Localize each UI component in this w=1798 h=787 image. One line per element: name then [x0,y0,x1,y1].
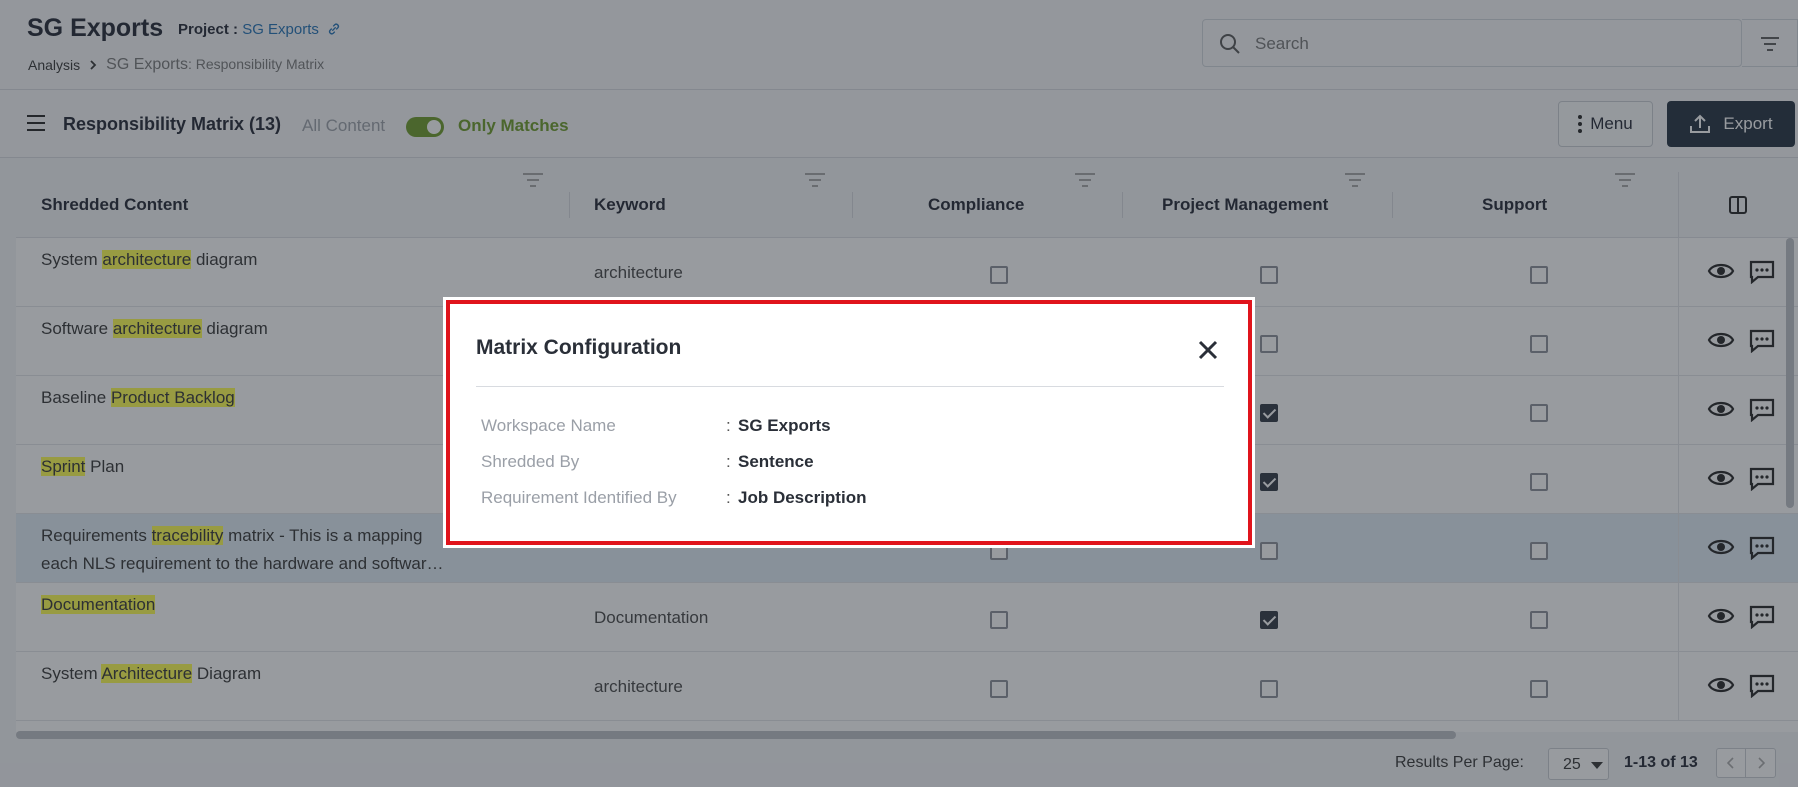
field-value: Sentence [738,452,814,471]
field-label: Workspace Name [481,416,616,435]
field-separator: : [726,452,731,471]
field-value: Job Description [738,488,867,507]
field-label: Shredded By [481,452,580,471]
field-separator: : [726,488,731,507]
field-separator: : [726,416,731,435]
modal-divider [476,386,1224,387]
close-icon[interactable] [1196,338,1220,362]
field-value: SG Exports [738,416,831,435]
field-label: Requirement Identified By [481,488,677,507]
matrix-configuration-modal: Matrix Configuration Workspace Name : SG… [446,300,1252,545]
modal-title: Matrix Configuration [476,336,682,359]
